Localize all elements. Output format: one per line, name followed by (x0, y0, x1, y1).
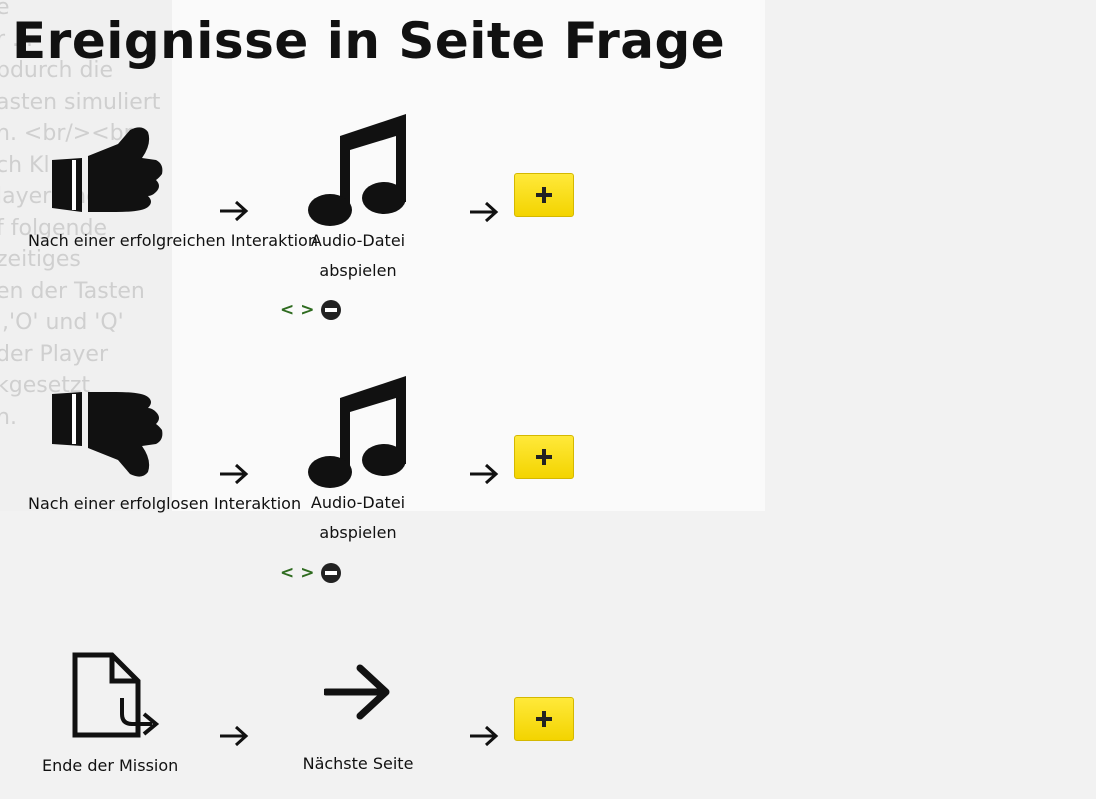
action-nav: < > (280, 299, 341, 321)
thumbs-down-icon (52, 392, 163, 477)
add-action-button[interactable] (514, 173, 574, 217)
plus-icon (536, 187, 552, 203)
plus-icon (536, 711, 552, 727)
remove-icon[interactable] (320, 563, 341, 583)
trigger-label: Ende der Mission (42, 756, 179, 775)
move-next-link[interactable]: > (300, 563, 314, 583)
arrow-right-icon (470, 201, 499, 223)
action-nav: < > (280, 562, 341, 584)
action-label-line1: Audio-Datei (310, 493, 406, 512)
arrow-right-icon (220, 463, 249, 485)
action-label-line1: Audio-Datei (310, 231, 406, 250)
action-label-line2: abspielen (319, 261, 397, 280)
add-action-button[interactable] (514, 435, 574, 479)
action-label: Audio-Datei abspielen (298, 488, 418, 548)
document-exit-icon (72, 652, 160, 738)
move-previous-link[interactable]: < (280, 300, 294, 320)
add-action-button[interactable] (514, 697, 574, 741)
music-note-icon (308, 114, 406, 226)
arrow-right-icon (220, 725, 249, 747)
move-next-link[interactable]: > (300, 300, 314, 320)
remove-icon[interactable] (320, 300, 341, 320)
action-label: Audio-Datei abspielen (298, 226, 418, 286)
arrow-right-icon (470, 725, 499, 747)
thumbs-up-icon (52, 127, 163, 212)
action-label-line2: abspielen (319, 523, 397, 542)
arrow-right-icon (470, 463, 499, 485)
trigger-label: Nach einer erfolgreichen Interaktion (28, 231, 318, 250)
move-previous-link[interactable]: < (280, 563, 294, 583)
arrow-right-icon (324, 664, 390, 720)
trigger-label: Nach einer erfolglosen Interaktion (28, 494, 302, 513)
arrow-right-icon (220, 200, 249, 222)
music-note-icon (308, 376, 406, 488)
page-title: Ereignisse in Seite Frage (12, 12, 726, 70)
action-label-line1: Nächste Seite (302, 754, 414, 773)
action-label: Nächste Seite (298, 749, 418, 779)
plus-icon (536, 449, 552, 465)
